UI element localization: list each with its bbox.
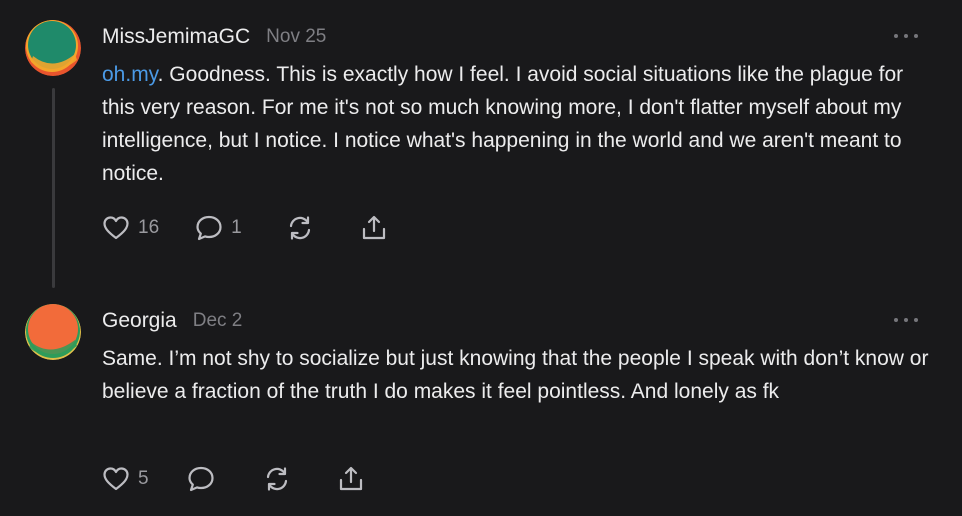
comment-date[interactable]: Nov 25 [266,26,326,48]
comment-date[interactable]: Dec 2 [193,310,243,332]
comment-header: MissJemimaGC Nov 25 [102,22,326,52]
comment-body: oh.my. Goodness. This is exactly how I f… [102,58,932,190]
comment-bubble-icon [196,215,222,241]
comment-header: Georgia Dec 2 [102,306,242,336]
more-options-icon[interactable] [894,28,918,44]
avatar-image [25,20,81,76]
avatar[interactable] [25,20,81,76]
mention-link[interactable]: oh.my [102,63,158,86]
restack-icon [289,216,310,240]
comment-bubble-icon [187,466,214,492]
comment-actions: 16 1 [102,213,388,243]
comment-text: . Goodness. This is exactly how I feel. … [102,63,904,185]
reply-button[interactable] [187,465,215,493]
restack-button[interactable] [263,465,291,493]
share-icon [339,466,362,491]
like-button[interactable]: 5 [102,466,149,492]
more-options-icon[interactable] [894,312,918,328]
restack-button[interactable] [286,214,314,242]
thread-line [52,88,55,288]
share-button[interactable] [360,214,388,242]
like-count: 16 [138,217,160,238]
like-count: 5 [138,468,149,489]
restack-icon [266,467,287,491]
comment-body: Same. I’m not shy to socialize but just … [102,347,929,403]
reply-count: 1 [231,217,242,238]
avatar[interactable] [25,304,81,360]
author-name[interactable]: Georgia [102,309,177,333]
heart-icon [103,467,129,491]
author-name[interactable]: MissJemimaGC [102,25,250,49]
share-button[interactable] [337,465,365,493]
heart-icon [103,216,129,240]
like-button[interactable]: 16 [102,215,159,241]
share-icon [362,215,385,240]
reply-button[interactable]: 1 [195,214,242,242]
avatar-image [25,304,81,360]
comment-actions: 5 [102,464,365,494]
